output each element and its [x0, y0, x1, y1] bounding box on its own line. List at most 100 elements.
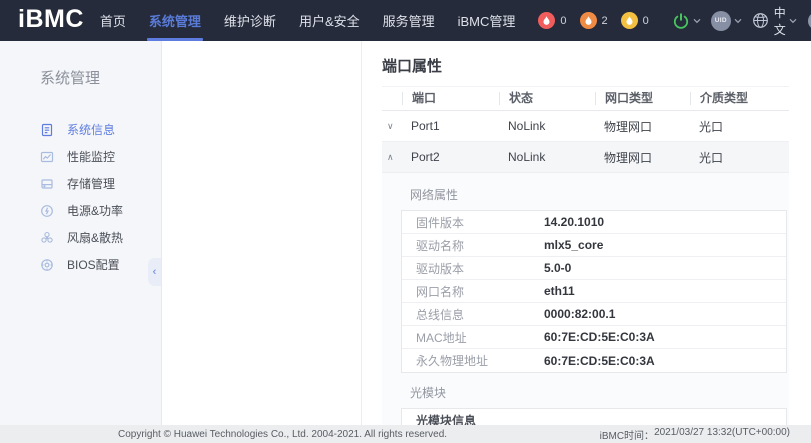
port-table-header: 端口 状态 网口类型 介质类型 — [382, 86, 789, 111]
critical-alarm-icon — [538, 12, 555, 29]
table-row: 驱动版本 5.0-0 — [402, 257, 786, 280]
table-row: MAC地址 60:7E:CD:5E:C0:3A — [402, 326, 786, 349]
ibmc-logo: iBMC — [18, 5, 84, 34]
collapse-icon: ‹ — [153, 266, 157, 278]
main-nav: 首页 系统管理 维护诊断 用户&安全 服务管理 iBMC管理 — [100, 0, 539, 41]
port-net-type: 物理网口 — [595, 118, 690, 135]
field-value: eth11 — [544, 284, 575, 298]
field-label: 网口名称 — [402, 283, 544, 300]
column-header-net-type: 网口类型 — [595, 92, 690, 105]
performance-icon — [40, 150, 54, 164]
chevron-down-icon — [693, 18, 701, 24]
nav-item-services[interactable]: 服务管理 — [383, 0, 435, 41]
minor-alarm-count: 0 — [643, 15, 649, 27]
globe-icon — [752, 12, 769, 29]
sidebar-item-label: 系统信息 — [67, 121, 115, 138]
nav-item-user-security[interactable]: 用户&安全 — [299, 0, 360, 41]
optical-section-title: 光模块 — [401, 373, 787, 408]
sidebar-item-label: 电源&功率 — [67, 202, 123, 219]
copyright-text: Copyright © Huawei Technologies Co., Ltd… — [118, 429, 447, 440]
nav-item-system[interactable]: 系统管理 — [149, 0, 201, 41]
sidebar-item-performance[interactable]: 性能监控 — [0, 143, 161, 170]
nav-item-maintenance[interactable]: 维护诊断 — [224, 0, 276, 41]
column-header-port: 端口 — [402, 92, 499, 105]
chevron-up-icon[interactable]: ∧ — [382, 152, 402, 163]
field-label: MAC地址 — [402, 329, 544, 346]
critical-alarm-count: 0 — [560, 15, 566, 27]
field-label: 驱动名称 — [402, 237, 544, 254]
port-name: Port2 — [402, 150, 499, 164]
secondary-panel — [162, 41, 362, 425]
sidebar-item-power[interactable]: 电源&功率 — [0, 197, 161, 224]
sidebar-collapse-button[interactable]: ‹ — [148, 258, 161, 286]
system-info-icon — [40, 123, 54, 137]
bios-icon — [40, 258, 54, 272]
storage-icon — [40, 177, 54, 191]
port-media-type: 光口 — [690, 118, 789, 135]
footer: Copyright © Huawei Technologies Co., Ltd… — [0, 425, 811, 443]
sidebar-title: 系统管理 — [40, 67, 161, 88]
table-row: 总线信息 0000:82:00.1 — [402, 303, 786, 326]
chevron-down-icon — [734, 18, 742, 24]
ibmc-time: iBMC时间： 2021/03/27 13:32(UTC+00:00) — [600, 427, 790, 442]
field-value: mlx5_core — [544, 238, 603, 252]
ibmc-time-label: iBMC时间： — [600, 427, 654, 442]
field-label: 固件版本 — [402, 214, 544, 231]
language-label: 中文 — [774, 4, 786, 38]
network-properties-table: 固件版本 14.20.1010 驱动名称 mlx5_core 驱动版本 5.0-… — [401, 210, 787, 373]
language-dropdown[interactable]: 中文 — [752, 4, 797, 38]
field-value: 60:7E:CD:5E:C0:3A — [544, 354, 655, 368]
chevron-down-icon[interactable]: ∨ — [382, 121, 402, 132]
topbar: iBMC 首页 系统管理 维护诊断 用户&安全 服务管理 iBMC管理 0 2 … — [0, 0, 811, 41]
topbar-controls: 0 2 0 UID — [538, 4, 811, 38]
column-header-media-type: 介质类型 — [690, 92, 789, 105]
critical-alarm-button[interactable]: 0 — [538, 12, 566, 29]
minor-alarm-button[interactable]: 0 — [621, 12, 649, 29]
nav-item-home[interactable]: 首页 — [100, 0, 126, 41]
port-status: NoLink — [499, 150, 595, 164]
user-avatar-button[interactable] — [807, 11, 811, 31]
table-row: 网口名称 eth11 — [402, 280, 786, 303]
ibmc-time-value: 2021/03/27 13:32(UTC+00:00) — [654, 427, 790, 442]
minor-alarm-icon — [621, 12, 638, 29]
sidebar-item-system-info[interactable]: 系统信息 — [0, 116, 161, 143]
field-label: 总线信息 — [402, 306, 544, 323]
table-row-port1[interactable]: ∨ Port1 NoLink 物理网口 光口 — [382, 111, 789, 142]
power-control-dropdown[interactable] — [672, 12, 701, 30]
sidebar-item-label: 风扇&散热 — [67, 229, 123, 246]
optical-module-table: 光模块信息 厂商 WTD 序列号 HN205200110043 — [401, 408, 787, 425]
uid-icon: UID — [711, 11, 731, 31]
major-alarm-icon — [580, 12, 597, 29]
power-icon — [40, 204, 54, 218]
avatar-icon — [807, 11, 811, 31]
sidebar-item-bios[interactable]: BIOS配置 — [0, 251, 161, 278]
main-content: 端口属性 端口 状态 网口类型 介质类型 ∨ Port1 NoLink 物理网口… — [362, 41, 811, 425]
major-alarm-count: 2 — [602, 15, 608, 27]
fan-icon — [40, 231, 54, 245]
sidebar-item-label: 存储管理 — [67, 175, 115, 192]
network-section-title: 网络属性 — [401, 175, 787, 210]
field-value: 5.0-0 — [544, 261, 571, 275]
table-row: 驱动名称 mlx5_core — [402, 234, 786, 257]
sidebar-item-label: BIOS配置 — [67, 256, 120, 273]
power-icon — [672, 12, 690, 30]
sidebar-item-fan[interactable]: 风扇&散热 — [0, 224, 161, 251]
sidebar-item-storage[interactable]: 存储管理 — [0, 170, 161, 197]
sidebar: 系统管理 系统信息 性能监控 存储管理 — [0, 41, 162, 425]
port-net-type: 物理网口 — [595, 149, 690, 166]
major-alarm-button[interactable]: 2 — [580, 12, 608, 29]
field-value: 0000:82:00.1 — [544, 307, 615, 321]
field-label: 永久物理地址 — [402, 352, 544, 369]
port-name: Port1 — [402, 119, 499, 133]
table-row-port2[interactable]: ∧ Port2 NoLink 物理网口 光口 — [382, 142, 789, 173]
page-title: 端口属性 — [382, 55, 789, 76]
field-label: 驱动版本 — [402, 260, 544, 277]
uid-indicator-dropdown[interactable]: UID — [711, 11, 742, 31]
field-value: 60:7E:CD:5E:C0:3A — [544, 330, 655, 344]
column-header-status: 状态 — [499, 92, 595, 105]
chevron-down-icon — [789, 18, 797, 24]
nav-item-ibmc-mgmt[interactable]: iBMC管理 — [458, 0, 516, 41]
optical-table-header: 光模块信息 — [402, 409, 786, 425]
sidebar-item-label: 性能监控 — [67, 148, 115, 165]
table-row: 固件版本 14.20.1010 — [402, 211, 786, 234]
